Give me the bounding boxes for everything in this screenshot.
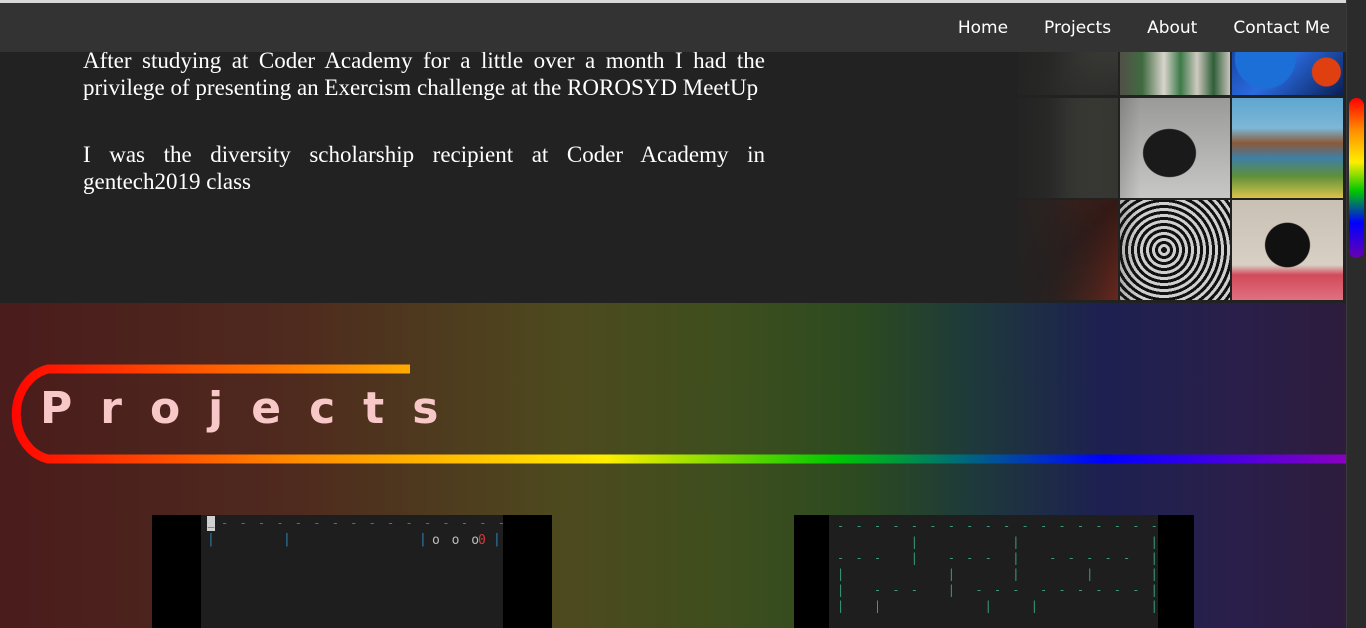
- about-paragraph: After studying at Coder Academy for a li…: [83, 48, 765, 100]
- maze-row: - - - | - - - | - - - - - |: [837, 551, 1158, 565]
- nav-link-projects[interactable]: Projects: [1044, 18, 1111, 38]
- scrollbar-thumb[interactable]: [1349, 98, 1364, 258]
- gallery-photo-martial-arts-floor: [1120, 98, 1230, 198]
- game-one-pipe: |: [493, 532, 503, 547]
- nav-link-home[interactable]: Home: [958, 18, 1008, 38]
- project-card-game-two[interactable]: - - - - - - - - - - - - - - - - - - - | …: [794, 515, 1194, 628]
- nav-link-about[interactable]: About: [1147, 18, 1197, 38]
- maze-row: | | |: [837, 535, 1158, 549]
- maze-row: - - - - - - - - - - - - - - - - - - -: [837, 519, 1158, 533]
- page-scrollbar[interactable]: [1346, 0, 1366, 628]
- project-card-game-one[interactable]: _ - - - - - - - - - - - - - - - - - - | …: [152, 515, 552, 628]
- maze-row: | | | | |: [837, 599, 1158, 613]
- maze-row: | | | | |: [837, 567, 1158, 581]
- about-paragraph: I was the diversity scholarship recipien…: [83, 142, 765, 194]
- game-one-red-zero: 0: [478, 533, 488, 548]
- nav-link-contact-me[interactable]: Contact Me: [1233, 18, 1330, 38]
- game-two-screen: - - - - - - - - - - - - - - - - - - - | …: [829, 515, 1158, 628]
- gallery-photo-martial-arts-pose: [1232, 200, 1343, 300]
- game-one-screen: _ - - - - - - - - - - - - - - - - - - | …: [201, 515, 503, 628]
- gallery-photo-red-leaves: [1018, 200, 1118, 300]
- projects-section: Projects _ - - - - - - - - - - - - - - -…: [0, 303, 1346, 628]
- game-one-pipe: |: [207, 532, 217, 547]
- maze-row: | - - - | - - - - - - - - - |: [837, 583, 1158, 597]
- game-one-circles: o o o: [432, 533, 482, 548]
- gallery-photo-swirl-art: [1120, 200, 1230, 300]
- navbar: Home Projects About Contact Me: [0, 3, 1346, 52]
- game-one-cursor: _: [207, 516, 215, 531]
- about-text: After studying at Coder Academy for a li…: [83, 47, 765, 235]
- game-one-pipe: |: [419, 532, 429, 547]
- game-one-top-border: - - - - - - - - - - - - - - - - - -: [221, 516, 503, 530]
- game-one-pipe: |: [283, 532, 293, 547]
- nav-links: Home Projects About Contact Me: [922, 3, 1330, 52]
- projects-heading: Projects: [40, 383, 467, 434]
- gallery-photo-landscape-painting: [1232, 98, 1343, 198]
- gallery-photo-stone-castle: [1018, 98, 1118, 198]
